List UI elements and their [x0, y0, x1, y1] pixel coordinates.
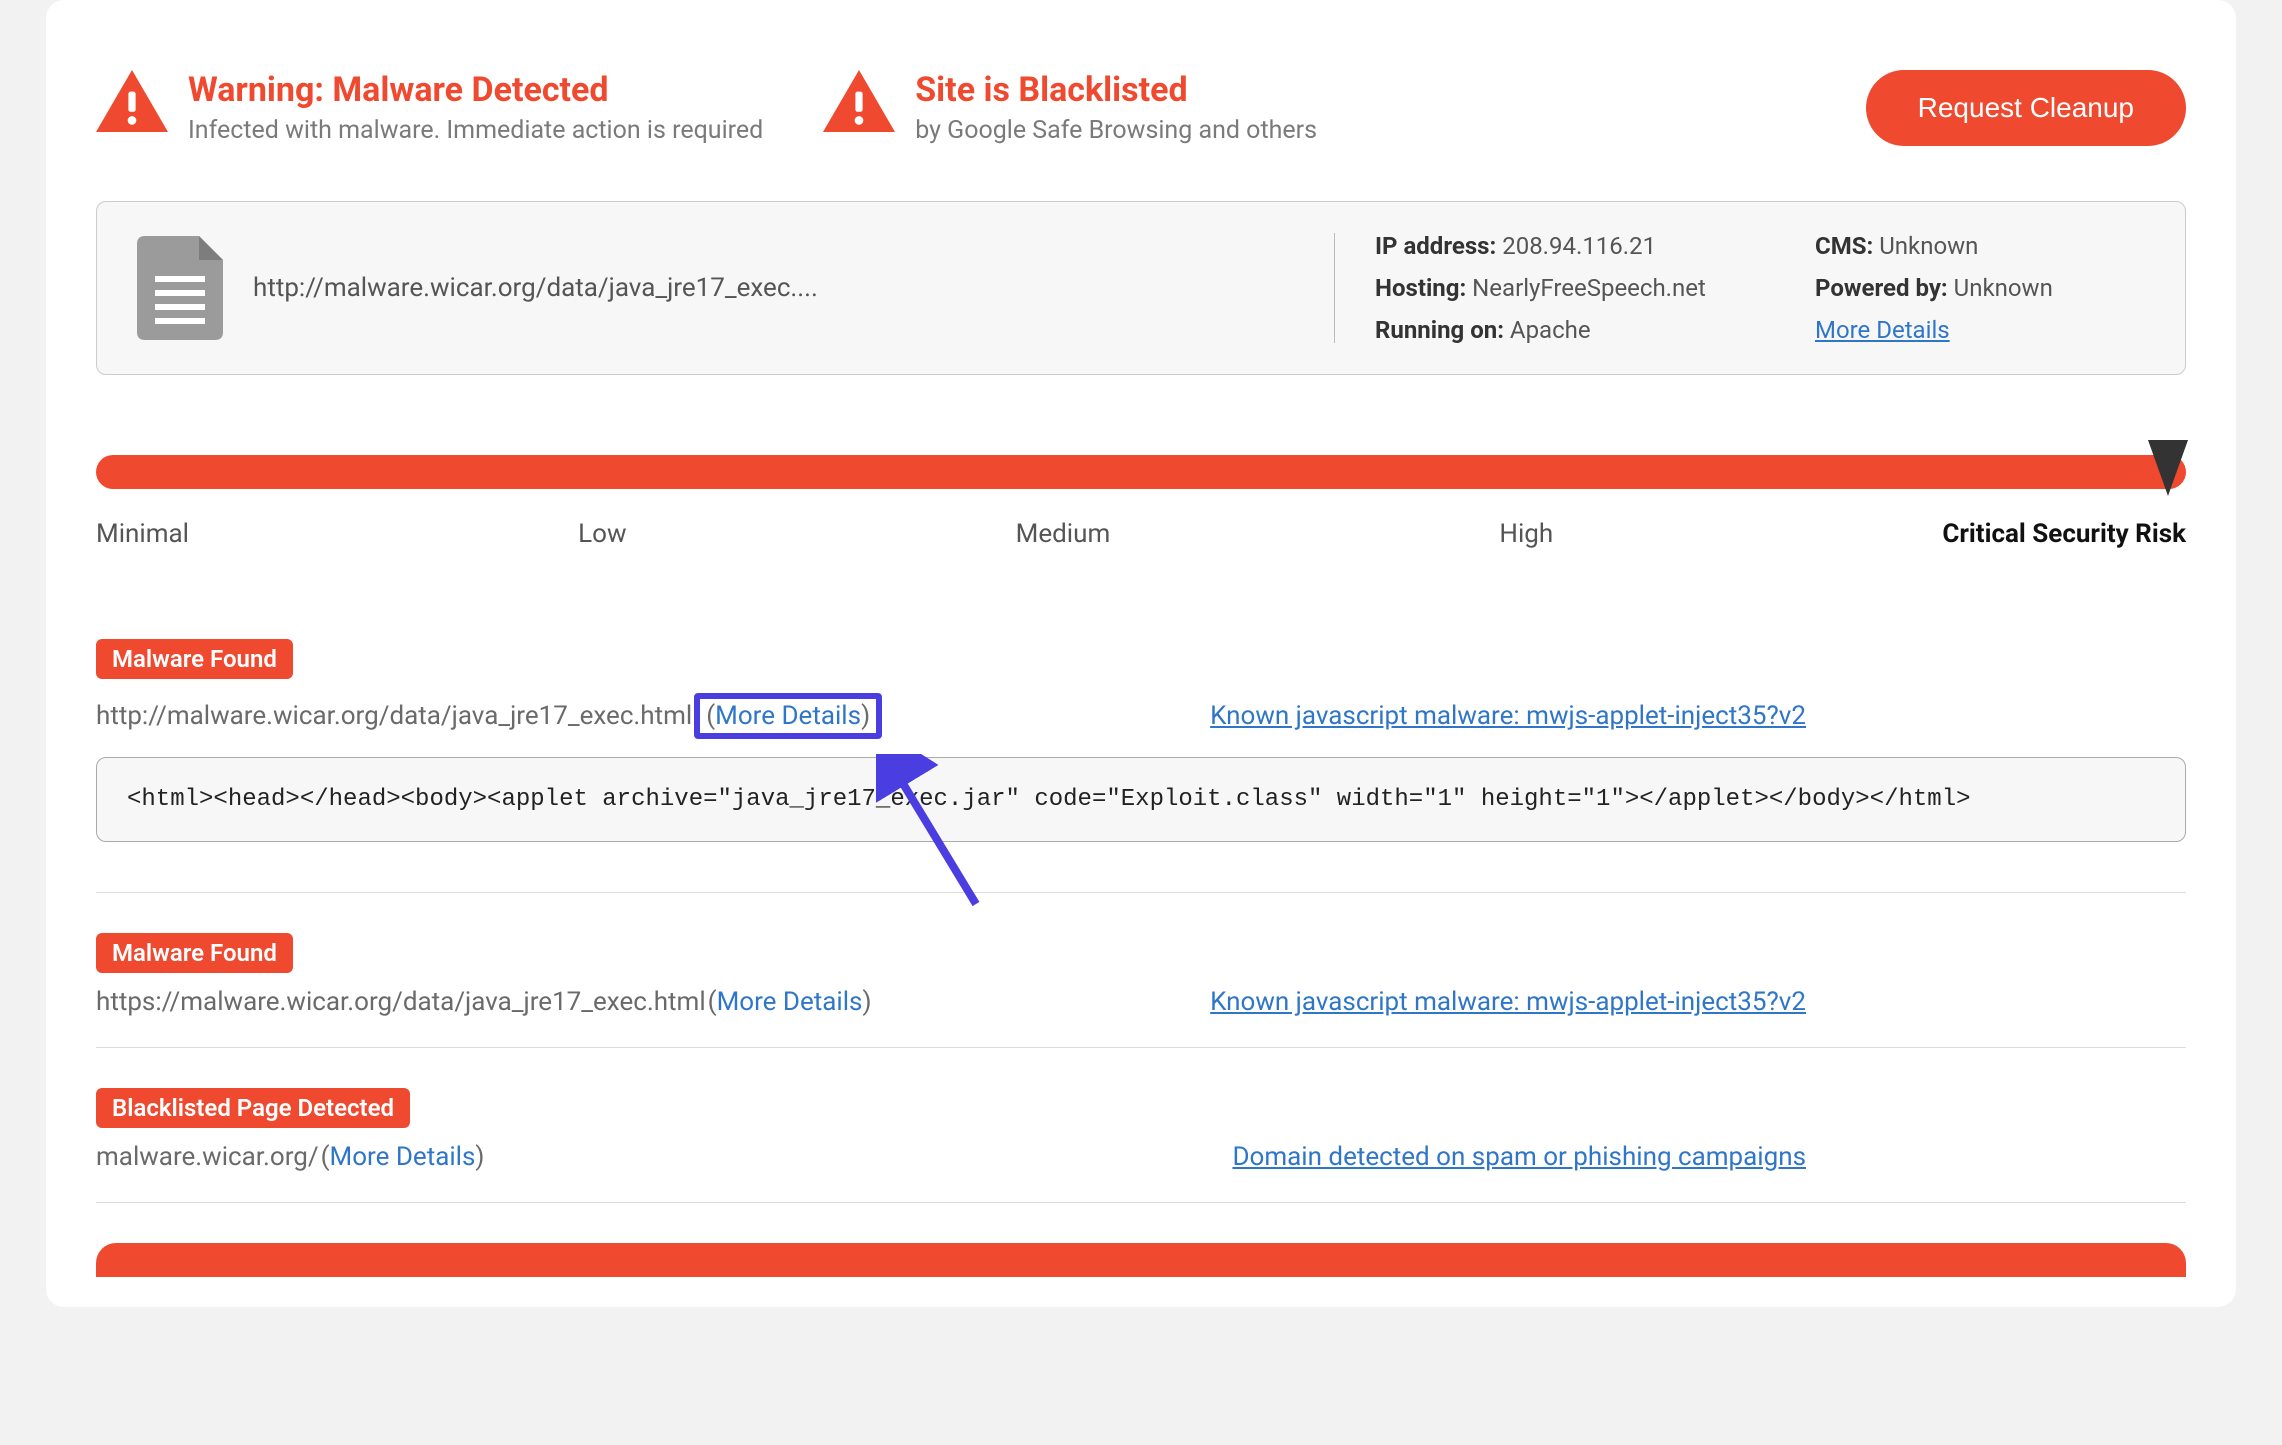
more-details-link[interactable]: More Details	[717, 987, 863, 1017]
site-info-grid: IP address: 208.94.116.21 CMS: Unknown H…	[1375, 232, 2145, 344]
risk-label-critical: Critical Security Risk	[1942, 519, 2186, 549]
risk-pointer-icon	[2148, 440, 2188, 496]
info-hosting: Hosting: NearlyFreeSpeech.net	[1375, 274, 1805, 302]
malware-code-sample: <html><head></head><body><applet archive…	[96, 757, 2186, 842]
alerts-row: Warning: Malware Detected Infected with …	[96, 70, 2186, 146]
finding-url: malware.wicar.org/	[96, 1142, 319, 1172]
classification-link[interactable]: Known javascript malware: mwjs-applet-in…	[1210, 701, 1806, 731]
risk-label-medium: Medium	[1016, 519, 1111, 549]
divider	[96, 1047, 2186, 1048]
risk-meter	[96, 455, 2186, 489]
divider	[96, 1202, 2186, 1203]
more-details-link[interactable]: More Details	[330, 1142, 476, 1172]
risk-label-low: Low	[578, 519, 626, 549]
classification-link[interactable]: Domain detected on spam or phishing camp…	[1232, 1142, 1806, 1172]
more-details-link[interactable]: More Details	[1815, 316, 1950, 344]
alert-malware: Warning: Malware Detected Infected with …	[96, 70, 763, 145]
finding-url: https://malware.wicar.org/data/java_jre1…	[96, 987, 706, 1017]
finding-badge: Malware Found	[96, 639, 293, 679]
info-powered: Powered by: Unknown	[1815, 274, 2145, 302]
highlighted-more-details: (More Details)	[694, 693, 882, 739]
finding-block: Malware Found http://malware.wicar.org/d…	[96, 639, 2186, 842]
classification-link[interactable]: Known javascript malware: mwjs-applet-in…	[1210, 987, 1806, 1017]
risk-labels: Minimal Low Medium High Critical Securit…	[96, 519, 2186, 549]
vertical-divider	[1334, 233, 1335, 343]
risk-bar	[96, 455, 2186, 489]
finding-url: http://malware.wicar.org/data/java_jre17…	[96, 701, 692, 731]
alert-malware-text: Warning: Malware Detected Infected with …	[188, 70, 763, 145]
next-risk-bar	[96, 1243, 2186, 1277]
alert-blacklist-subtitle: by Google Safe Browsing and others	[915, 116, 1317, 145]
alert-blacklist-title: Site is Blacklisted	[915, 70, 1317, 110]
risk-label-minimal: Minimal	[96, 519, 189, 549]
scan-result-card: Warning: Malware Detected Infected with …	[46, 0, 2236, 1307]
document-icon	[137, 236, 223, 340]
warning-icon	[96, 70, 168, 132]
finding-block: Blacklisted Page Detected malware.wicar.…	[96, 1088, 2186, 1172]
info-running: Running on: Apache	[1375, 316, 1805, 344]
alert-malware-title: Warning: Malware Detected	[188, 70, 763, 110]
more-details-link[interactable]: More Details	[715, 701, 861, 731]
alert-blacklist-text: Site is Blacklisted by Google Safe Brows…	[915, 70, 1317, 145]
scanned-url: http://malware.wicar.org/data/java_jre17…	[253, 273, 818, 303]
alert-blacklist: Site is Blacklisted by Google Safe Brows…	[823, 70, 1317, 145]
site-info-panel: http://malware.wicar.org/data/java_jre17…	[96, 201, 2186, 375]
alert-malware-subtitle: Infected with malware. Immediate action …	[188, 116, 763, 145]
risk-label-high: High	[1499, 519, 1553, 549]
info-cms: CMS: Unknown	[1815, 232, 2145, 260]
warning-icon	[823, 70, 895, 132]
info-ip: IP address: 208.94.116.21	[1375, 232, 1805, 260]
request-cleanup-button[interactable]: Request Cleanup	[1866, 70, 2186, 146]
finding-badge: Blacklisted Page Detected	[96, 1088, 410, 1128]
finding-block: Malware Found https://malware.wicar.org/…	[96, 933, 2186, 1017]
finding-badge: Malware Found	[96, 933, 293, 973]
divider	[96, 892, 2186, 893]
